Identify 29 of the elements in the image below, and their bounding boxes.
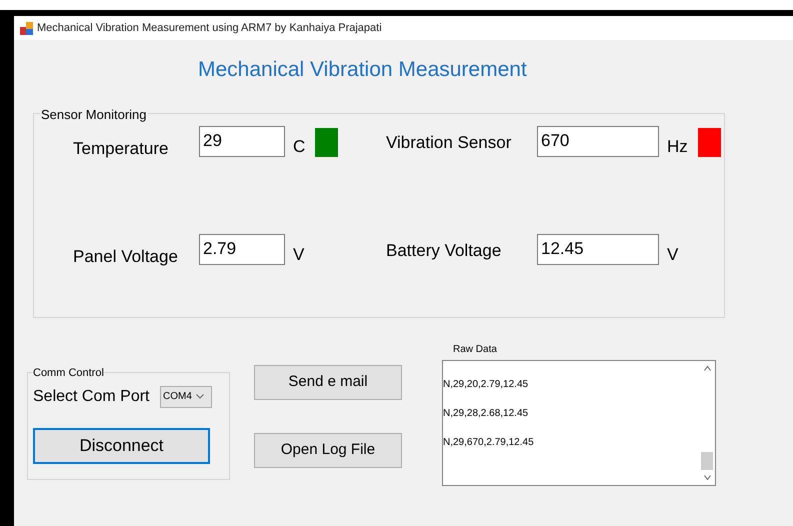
port-dropdown[interactable]: COM4 xyxy=(160,386,212,408)
unit-label: V xyxy=(293,244,304,266)
scroll-thumb[interactable] xyxy=(701,452,713,470)
data-line: N,29,670,2.79,12.45 xyxy=(443,436,535,450)
raw-data-label: Raw Data xyxy=(453,342,498,356)
data-line: N,29,20,2.79,12.45 xyxy=(443,378,530,392)
page-heading: Mechanical Vibration Measurement xyxy=(198,57,527,83)
scroll-down-icon xyxy=(704,474,710,480)
value-field[interactable]: 12.45 xyxy=(537,234,659,264)
sensor-label: Panel Voltage xyxy=(73,246,179,268)
connect-button[interactable]: Disconnect xyxy=(33,428,210,464)
sensor-label: Vibration Sensor xyxy=(386,132,512,154)
unit-label: C xyxy=(293,136,306,158)
window-title: Mechanical Vibration Measurement using ARM7 by Kanhaiya Prajapati xyxy=(37,20,382,36)
sensor-label: Temperature xyxy=(73,138,170,160)
action-button[interactable]: Send e mail xyxy=(254,364,402,400)
unit-label: Hz xyxy=(667,136,688,158)
sensor-label: Battery Voltage xyxy=(386,240,502,262)
value-field[interactable]: 670 xyxy=(537,126,659,156)
app-icon xyxy=(20,22,33,34)
port-label: Select Com Port xyxy=(33,386,150,406)
data-line: N,29,28,2.68,12.45 xyxy=(443,406,530,420)
scroll-up-icon xyxy=(704,366,710,370)
chevron-down-icon xyxy=(196,394,204,399)
value-field[interactable]: 29 xyxy=(199,126,285,156)
value-field[interactable]: 2.79 xyxy=(199,234,285,264)
action-button[interactable]: Open Log File xyxy=(254,432,402,468)
unit-label: V xyxy=(667,244,678,266)
raw-data-textbox[interactable]: N,29,20,2.79,12.45 N,29,28,2.68,12.45 N,29,670,2.79,12.45 xyxy=(442,360,716,486)
